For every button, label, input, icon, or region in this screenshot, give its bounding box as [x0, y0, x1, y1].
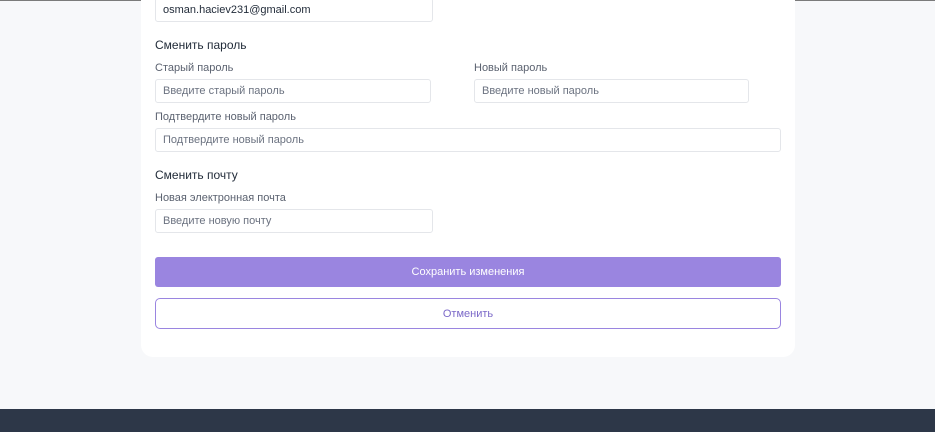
change-password-heading: Сменить пароль: [155, 38, 247, 52]
save-changes-button[interactable]: Сохранить изменения: [155, 257, 781, 287]
page-footer: [0, 409, 935, 432]
new-password-input[interactable]: [474, 79, 749, 103]
cancel-button[interactable]: Отменить: [155, 298, 781, 329]
new-password-label: Новый пароль: [474, 62, 548, 74]
confirm-password-input[interactable]: [155, 128, 781, 152]
new-email-label: Новая электронная почта: [155, 192, 286, 204]
current-email-field[interactable]: [155, 0, 433, 22]
old-password-input[interactable]: [155, 79, 431, 103]
new-email-input[interactable]: [155, 209, 433, 233]
change-email-heading: Сменить почту: [155, 168, 238, 182]
confirm-password-label: Подтвердите новый пароль: [155, 111, 296, 123]
old-password-label: Старый пароль: [155, 62, 234, 74]
